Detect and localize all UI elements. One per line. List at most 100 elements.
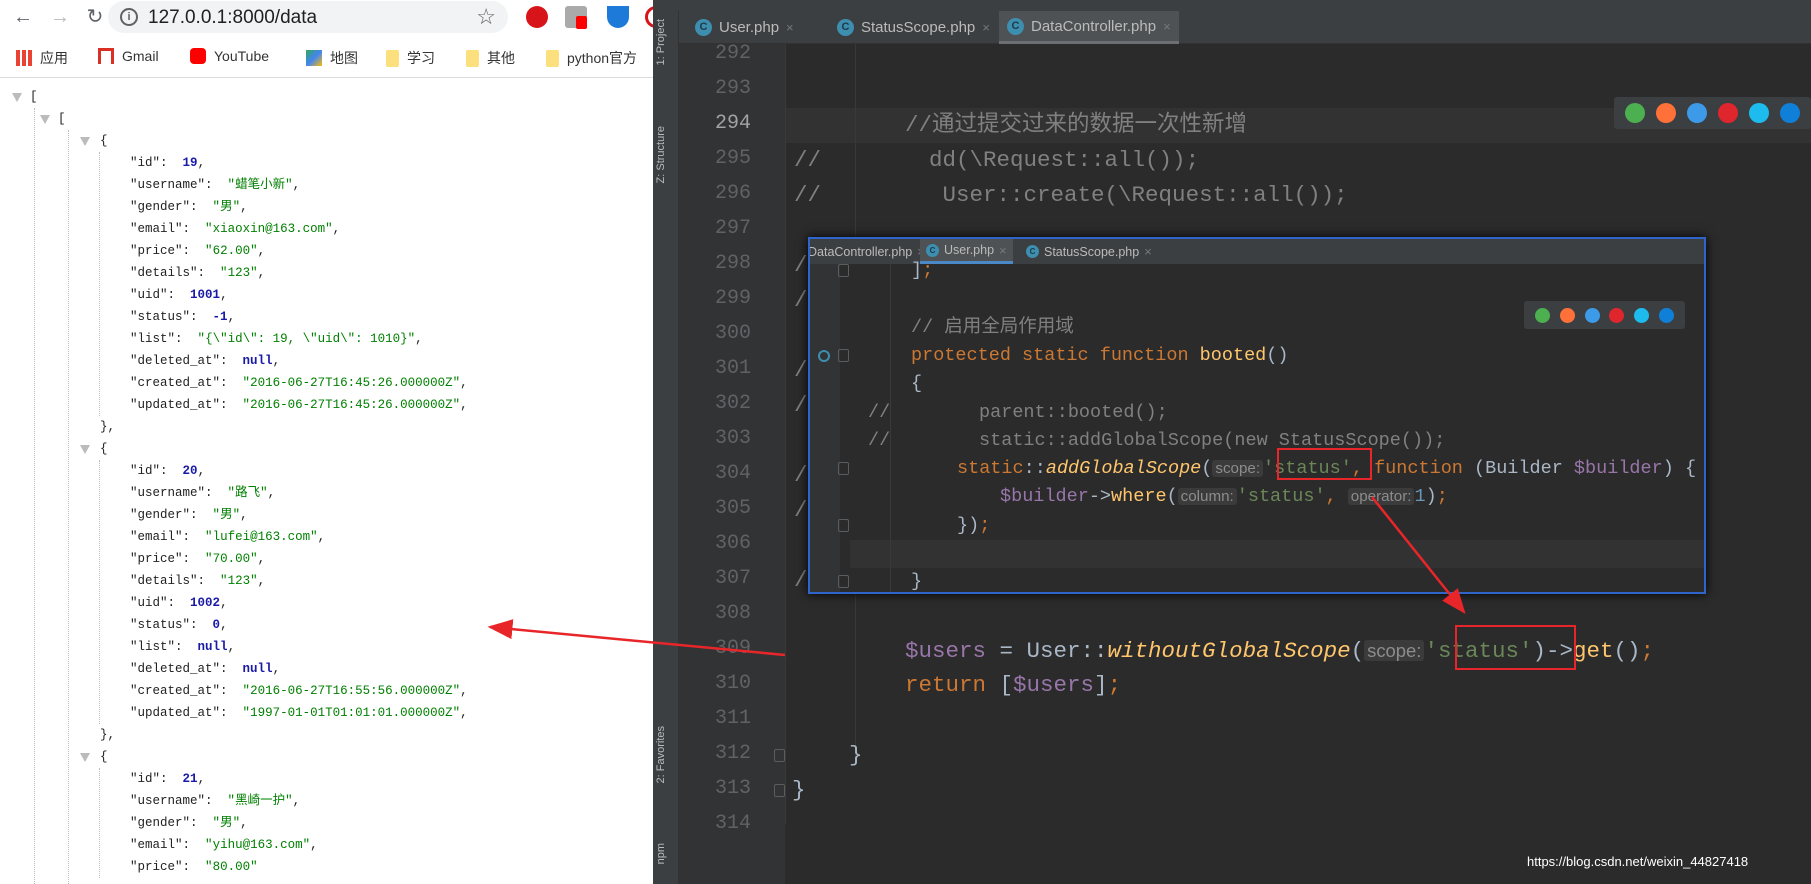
code-token: ) { [1662, 458, 1697, 480]
info-icon[interactable]: i [120, 8, 138, 26]
line-number: 309 [714, 637, 751, 660]
gmail-icon [98, 48, 114, 64]
line-number: 301 [714, 357, 751, 380]
tab-label: StatusScope.php [1044, 244, 1140, 259]
json-key: username [137, 178, 198, 192]
json-value: 1997-01-01T01:01:01.000000Z [250, 706, 453, 720]
json-key: price [137, 244, 176, 258]
bookmark-star-icon[interactable]: ☆ [476, 4, 496, 30]
code-token: // User::create(\Request::all()); [794, 182, 1348, 208]
code-token: ; [1640, 638, 1655, 664]
bookmark-item[interactable]: 其他 [466, 48, 515, 68]
php-class-file-icon: C [695, 19, 712, 36]
json-key: gender [137, 200, 183, 214]
collapse-triangle-icon[interactable] [12, 93, 22, 102]
bookmark-item[interactable]: YouTube [190, 48, 269, 64]
bookmark-item[interactable]: python官方 [546, 48, 637, 68]
tab-label: DataController.php [808, 244, 913, 259]
tool-window-npm[interactable]: npm [655, 843, 667, 864]
json-value: 20 [182, 464, 198, 478]
code-line[interactable]: // User::create(\Request::all()); [794, 178, 1348, 213]
fold-marker-icon[interactable] [838, 462, 849, 476]
firefox-icon[interactable] [1559, 307, 1575, 323]
json-value: 蜡笔小新 [235, 178, 286, 192]
collapse-triangle-icon[interactable] [80, 137, 90, 146]
editor-tab[interactable]: C User.php × [687, 11, 802, 44]
close-tab-icon[interactable]: × [999, 243, 1007, 258]
json-bracket: [ [30, 90, 38, 104]
bookmark-item[interactable]: Gmail [98, 48, 159, 64]
json-value: 路飞 [235, 486, 261, 500]
forward-button[interactable]: → [47, 4, 73, 30]
ie-icon[interactable] [1634, 307, 1650, 323]
json-value: null [242, 662, 273, 676]
json-key: details [137, 574, 191, 588]
line-number: 314 [714, 812, 751, 835]
close-tab-icon[interactable]: × [982, 20, 990, 35]
close-tab-icon[interactable]: × [1144, 244, 1152, 259]
json-key: gender [137, 816, 183, 830]
fold-marker-icon[interactable] [838, 575, 849, 589]
line-number: 307 [714, 567, 751, 590]
code-line[interactable]: return [$users]; [905, 668, 1121, 703]
json-key: email [137, 838, 176, 852]
code-token: -> [1088, 486, 1112, 508]
opera-icon[interactable] [1609, 307, 1625, 323]
editor-tab[interactable]: C DataController.php × [999, 11, 1179, 44]
tool-window-structure[interactable]: Z: Structure [655, 126, 667, 183]
editor-tab[interactable]: C StatusScope.php × [829, 11, 998, 44]
adblock-extension-icon[interactable] [526, 6, 548, 28]
bookmark-item[interactable]: 地图 [306, 48, 358, 68]
collapse-triangle-icon[interactable] [80, 753, 90, 762]
chrome-icon[interactable] [1534, 307, 1550, 323]
popup-tab[interactable]: C StatusScope.php × [1020, 239, 1158, 264]
chrome-icon[interactable] [1625, 103, 1646, 123]
bookmark-label: python官方 [567, 50, 638, 66]
code-token: ; [1436, 486, 1448, 508]
ie-icon[interactable] [1748, 103, 1769, 123]
bookmark-item[interactable]: 学习 [386, 48, 435, 68]
code-token: [ [999, 672, 1014, 698]
close-tab-icon[interactable]: × [1163, 19, 1171, 34]
code-line[interactable]: // dd(\Request::all()); [794, 143, 1199, 178]
url-text[interactable]: 127.0.0.1:8000/data [148, 7, 317, 29]
address-bar[interactable]: i 127.0.0.1:8000/data ☆ [108, 1, 508, 33]
safari-icon[interactable] [1584, 307, 1600, 323]
reload-button[interactable]: ↻ [82, 4, 108, 30]
bookmark-label: YouTube [214, 48, 270, 64]
diamond-extension-icon[interactable] [607, 6, 629, 28]
json-field: "price": "80.00" [130, 860, 258, 874]
safari-icon[interactable] [1687, 103, 1708, 123]
code-line[interactable]: } [849, 738, 863, 773]
line-number: 300 [714, 322, 751, 345]
edge-icon[interactable] [1779, 103, 1800, 123]
tool-window-favorites[interactable]: 2: Favorites [655, 726, 667, 783]
popup-tab[interactable]: C User.php × [920, 239, 1013, 264]
code-line[interactable]: } [792, 773, 806, 808]
fold-marker-icon[interactable] [838, 348, 849, 362]
tree-guide [99, 152, 100, 416]
fold-marker-icon[interactable] [838, 264, 849, 277]
json-value: lufei@163.com [212, 530, 311, 544]
opera-icon[interactable] [1717, 103, 1738, 123]
back-button[interactable]: ← [10, 4, 36, 30]
json-key: updated_at [137, 706, 213, 720]
code-token: (Builder [1474, 458, 1574, 480]
code-line[interactable]: //通过提交过来的数据一次性新增 [905, 108, 1247, 143]
code-token: $users [1013, 672, 1095, 698]
opera-extension-icon[interactable] [645, 6, 653, 28]
tool-window-project[interactable]: 1: Project [655, 19, 667, 65]
close-tab-icon[interactable]: × [786, 20, 794, 35]
fold-marker-icon[interactable] [838, 518, 849, 532]
json-key: status [137, 310, 183, 324]
bookmark-item[interactable]: 应用 [16, 48, 68, 68]
firefox-icon[interactable] [1656, 103, 1677, 123]
json-value: 男 [220, 200, 233, 214]
collapse-triangle-icon[interactable] [40, 115, 50, 124]
fold-end-icon[interactable] [774, 749, 785, 762]
json-field: "email": "lufei@163.com", [130, 530, 326, 544]
fold-end-icon[interactable] [774, 784, 785, 797]
maps-icon [306, 50, 322, 66]
collapse-triangle-icon[interactable] [80, 445, 90, 454]
edge-icon[interactable] [1659, 307, 1675, 323]
